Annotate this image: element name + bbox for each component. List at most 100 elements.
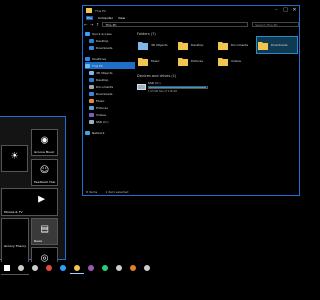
folder-label: Desktop bbox=[191, 43, 204, 47]
taskbar-start-button[interactable] bbox=[0, 262, 14, 274]
news-icon: ▤ bbox=[40, 224, 49, 234]
folder-label: Documents bbox=[231, 43, 249, 47]
weather-tile[interactable]: ☀ bbox=[1, 145, 28, 172]
nav-item[interactable]: Network bbox=[85, 129, 135, 136]
close-button[interactable]: ✕ bbox=[290, 6, 299, 15]
folder-item[interactable]: Downloads bbox=[256, 36, 298, 54]
taskbar bbox=[0, 262, 300, 274]
folder-item[interactable]: Music bbox=[137, 53, 177, 69]
drive-icon bbox=[137, 84, 146, 90]
address-bar[interactable]: This PC bbox=[102, 21, 249, 27]
app-1-icon bbox=[46, 265, 52, 271]
nav-item[interactable]: Pictures bbox=[85, 104, 135, 111]
app-4-icon bbox=[88, 265, 94, 271]
drive-usage-fill bbox=[149, 87, 207, 88]
nav-item-icon bbox=[85, 56, 90, 61]
nav-item[interactable]: Quick access bbox=[85, 30, 135, 37]
nav-item[interactable]: OneDrive bbox=[85, 55, 135, 62]
movies-tv-tile[interactable]: ▶ Movies & TV bbox=[1, 188, 58, 216]
nav-item[interactable]: Videos bbox=[85, 111, 135, 118]
desktop: This PC – □ ✕ File Computer View ← → ↑ T… bbox=[0, 0, 300, 300]
content-pane: Folders (7) 3D Objects Desktop Documents Do… bbox=[137, 30, 299, 190]
groove-music-icon: ◉ bbox=[40, 135, 49, 145]
nav-item[interactable]: Documents bbox=[85, 83, 135, 90]
drive-free-space: 1.03 GB free of 118 GB bbox=[148, 90, 177, 93]
selection-count: 1 item selected bbox=[105, 190, 129, 194]
movies-icon: ▶ bbox=[38, 194, 46, 205]
groove-music-tile[interactable]: ◉ Groove Music bbox=[31, 129, 58, 156]
folder-label: Music bbox=[151, 59, 160, 63]
news-tile[interactable]: ▤ News bbox=[31, 218, 58, 245]
app-5-icon bbox=[102, 265, 108, 271]
tab-view[interactable]: View bbox=[118, 16, 125, 20]
nav-item-icon bbox=[89, 119, 94, 124]
file-explorer-icon bbox=[74, 264, 80, 271]
tab-file[interactable]: File bbox=[86, 15, 94, 20]
taskbar-task-view-button[interactable] bbox=[28, 262, 42, 274]
taskbar-app-2-button[interactable] bbox=[56, 262, 70, 274]
nav-item-label: Videos bbox=[96, 112, 106, 117]
taskbar-app-4-button[interactable] bbox=[84, 262, 98, 274]
folder-icon bbox=[138, 41, 148, 50]
tab-computer[interactable]: Computer bbox=[98, 16, 113, 20]
nav-item[interactable]: Downloads bbox=[85, 44, 135, 51]
nav-item-label: Music bbox=[96, 98, 105, 103]
folder-item[interactable]: Videos bbox=[217, 53, 257, 69]
taskbar-app-1-button[interactable] bbox=[42, 262, 56, 274]
folders-grid: 3D Objects Desktop Documents Downloads Music… bbox=[137, 36, 299, 69]
nav-item[interactable]: Downloads bbox=[85, 90, 135, 97]
start-icon bbox=[4, 265, 10, 271]
item-count: 8 items bbox=[86, 190, 98, 194]
nav-item-icon bbox=[89, 45, 94, 50]
nav-item[interactable]: 3D Objects bbox=[85, 69, 135, 76]
feedback-hub-tile[interactable]: ☺ Feedback Hub bbox=[31, 159, 58, 186]
folder-icon bbox=[218, 41, 228, 50]
minimize-button[interactable]: – bbox=[272, 6, 281, 15]
taskbar-app-5-button[interactable] bbox=[98, 262, 112, 274]
tile-label: News bbox=[34, 239, 43, 243]
nav-item-label: Desktop bbox=[96, 38, 109, 43]
taskbar-file-explorer-button[interactable] bbox=[70, 262, 84, 274]
file-explorer-window: This PC – □ ✕ File Computer View ← → ↑ T… bbox=[82, 5, 300, 196]
nav-item[interactable]: This PC bbox=[85, 62, 135, 69]
nav-item-label: Downloads bbox=[96, 91, 113, 96]
tile-label: Movies & TV bbox=[4, 210, 23, 214]
nav-item-label: Desktop bbox=[96, 77, 109, 82]
folder-item[interactable]: Documents bbox=[217, 37, 257, 53]
nav-item-label: Quick access bbox=[92, 31, 112, 36]
folder-item[interactable]: 3D Objects bbox=[137, 37, 177, 53]
app-7-icon bbox=[130, 265, 136, 271]
taskbar-search-button[interactable] bbox=[14, 262, 28, 274]
app-8-icon bbox=[144, 265, 150, 271]
taskbar-app-8-button[interactable] bbox=[140, 262, 154, 274]
nav-item-label: Pictures bbox=[96, 105, 108, 110]
nav-item-icon bbox=[85, 31, 90, 36]
tile-label: Groovy Theory bbox=[4, 244, 27, 248]
nav-item[interactable]: Desktop bbox=[85, 37, 135, 44]
nav-item-icon bbox=[89, 84, 94, 89]
drive-item[interactable]: SSD (C:) 1.03 GB free of 118 GB bbox=[137, 81, 299, 93]
nav-item[interactable]: Music bbox=[85, 97, 135, 104]
folder-icon bbox=[178, 57, 188, 66]
nav-item-label: This PC bbox=[92, 63, 103, 68]
nav-item-label: OneDrive bbox=[92, 56, 107, 61]
address-row: ← → ↑ This PC Search This PC bbox=[83, 20, 299, 28]
drives-header[interactable]: Devices and drives (1) bbox=[137, 72, 299, 79]
tile-label: Groove Music bbox=[34, 150, 55, 154]
nav-item[interactable]: SSD (C:) bbox=[85, 118, 135, 125]
taskbar-app-7-button[interactable] bbox=[126, 262, 140, 274]
nav-item-label: SSD (C:) bbox=[96, 119, 109, 124]
taskbar-app-6-button[interactable] bbox=[112, 262, 126, 274]
up-arrow-icon[interactable]: ↑ bbox=[95, 22, 101, 27]
task-view-icon bbox=[32, 265, 38, 271]
title-bar[interactable]: This PC – □ ✕ bbox=[83, 6, 299, 15]
folder-item[interactable]: Desktop bbox=[177, 37, 217, 53]
folders-header[interactable]: Folders (7) bbox=[137, 30, 299, 37]
folder-item[interactable]: Pictures bbox=[177, 53, 217, 69]
maximize-button[interactable]: □ bbox=[281, 6, 290, 15]
search-input[interactable]: Search This PC bbox=[252, 21, 299, 27]
nav-item-icon bbox=[85, 63, 90, 68]
nav-item-label: Downloads bbox=[96, 45, 113, 50]
nav-item[interactable]: Desktop bbox=[85, 76, 135, 83]
sun-icon: ☀ bbox=[10, 151, 19, 161]
